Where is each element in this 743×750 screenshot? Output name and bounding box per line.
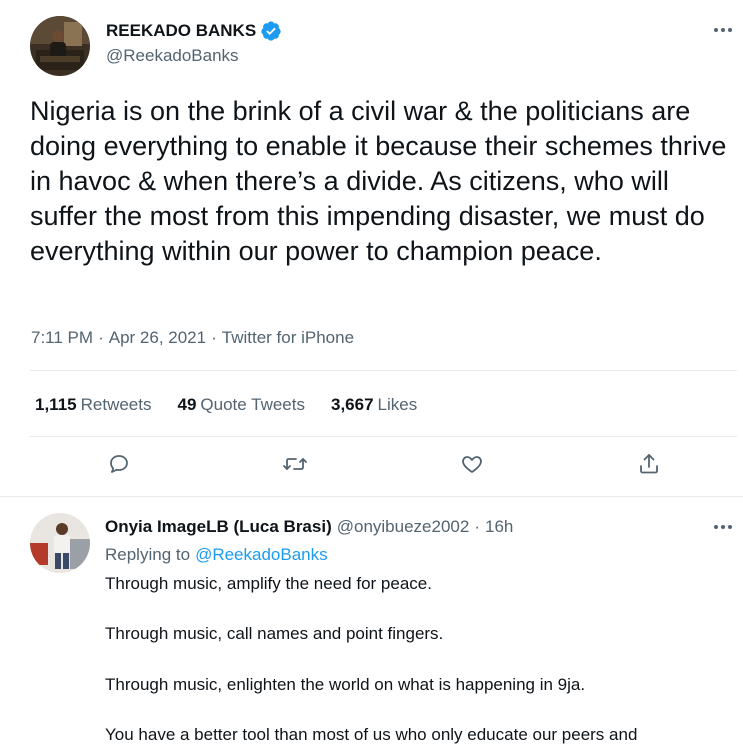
author-avatar[interactable] bbox=[30, 16, 90, 76]
main-tweet: REEKADO BANKS @ReekadoBanks Nigeria is o… bbox=[0, 0, 743, 496]
meta-separator: · bbox=[98, 328, 104, 347]
author-handle[interactable]: @ReekadoBanks bbox=[106, 46, 239, 66]
likes-label: Likes bbox=[377, 395, 418, 414]
retweet-icon[interactable] bbox=[281, 450, 309, 478]
tweet-text: Nigeria is on the brink of a civil war &… bbox=[30, 96, 727, 266]
tweet-time[interactable]: 7:11 PM bbox=[31, 328, 93, 348]
tweet-source[interactable]: Twitter for iPhone bbox=[222, 328, 354, 348]
reply-author-handle[interactable]: @onyibueze2002 bbox=[337, 517, 470, 537]
share-icon[interactable] bbox=[635, 450, 663, 478]
retweets-label: Retweets bbox=[80, 395, 152, 414]
likes-stat[interactable]: 3,667 Likes bbox=[331, 395, 417, 415]
tweet-meta: 7:11 PM · Apr 26, 2021 · Twitter for iPh… bbox=[31, 328, 354, 348]
more-icon[interactable] bbox=[711, 18, 735, 42]
replying-prefix: Replying to bbox=[105, 545, 191, 564]
author-name-text[interactable]: REEKADO BANKS bbox=[106, 21, 256, 41]
reply-author-name[interactable]: Onyia ImageLB (Luca Brasi) bbox=[105, 517, 332, 537]
tweet-stats: 1,115 Retweets 49 Quote Tweets 3,667 Likes bbox=[35, 395, 417, 415]
likes-count: 3,667 bbox=[331, 395, 374, 414]
divider bbox=[30, 370, 737, 371]
verified-badge-icon bbox=[260, 20, 282, 42]
reply-avatar[interactable] bbox=[30, 513, 90, 573]
reply-text-line: Through music, amplify the need for peac… bbox=[105, 574, 432, 593]
reply-tweet[interactable]: Onyia ImageLB (Luca Brasi) @onyibueze200… bbox=[0, 497, 743, 750]
quotes-count: 49 bbox=[177, 395, 197, 414]
author-name[interactable]: REEKADO BANKS bbox=[106, 20, 282, 42]
replying-to: Replying to @ReekadoBanks bbox=[105, 545, 328, 565]
like-icon[interactable] bbox=[458, 450, 486, 478]
tweet-actions bbox=[0, 450, 743, 484]
replying-to-link[interactable]: @ReekadoBanks bbox=[195, 545, 328, 565]
retweets-count: 1,115 bbox=[35, 395, 77, 414]
retweets-stat[interactable]: 1,115 Retweets bbox=[35, 395, 151, 415]
reply-text-line: Through music, enlighten the world on wh… bbox=[105, 675, 586, 694]
reply-header: Onyia ImageLB (Luca Brasi) @onyibueze200… bbox=[105, 517, 513, 537]
quotes-label: Quote Tweets bbox=[200, 395, 305, 414]
reply-text-line: You have a better tool than most of us w… bbox=[105, 725, 638, 744]
reply-time[interactable]: 16h bbox=[485, 517, 513, 537]
meta-separator: · bbox=[211, 328, 217, 347]
more-icon[interactable] bbox=[711, 515, 735, 539]
quotes-stat[interactable]: 49 Quote Tweets bbox=[177, 395, 305, 415]
reply-separator: · bbox=[474, 517, 480, 536]
divider bbox=[30, 436, 737, 437]
reply-icon[interactable] bbox=[105, 450, 133, 478]
tweet-date[interactable]: Apr 26, 2021 bbox=[109, 328, 206, 348]
reply-text-line: Through music, call names and point fing… bbox=[105, 624, 444, 643]
